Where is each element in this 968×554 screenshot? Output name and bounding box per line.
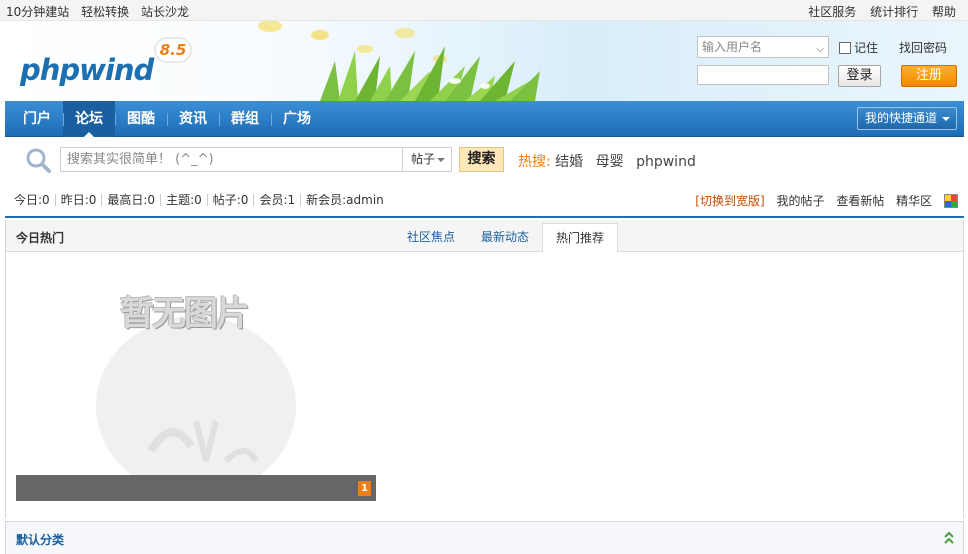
topbar-link-services[interactable]: 社区服务 [808,5,856,19]
stat-members: 会员:1 [253,194,300,206]
hot-today-panel: 今日热门 社区焦点 最新动态 热门推荐 暂无图片 1 [5,220,964,518]
hot-search: 热搜: 结婚 母婴 phpwind [518,151,704,171]
phpwind-logo[interactable]: phpwind [20,53,154,87]
topbar-link-salon[interactable]: 站长沙龙 [141,5,189,19]
hot-keyword-baby[interactable]: 母婴 [596,154,624,170]
panel-tabs: 社区焦点 最新动态 热门推荐 [394,223,619,253]
grass-banner-image [258,21,540,101]
quick-access-label: 我的快捷通道 [865,111,938,125]
nav-item-forum[interactable]: 论坛 [63,101,115,137]
dropdown-arrow-icon [942,117,950,121]
new-posts-link[interactable]: 查看新帖 [836,194,884,208]
no-image-placeholder[interactable]: 暂无图片 [16,256,376,504]
nav-item-square[interactable]: 广场 [271,101,323,137]
switch-wide-link[interactable]: [切换到宽版] [695,194,764,208]
search-bar: 搜索其实很简单！ (^_^) 帖子 搜索 热搜: 结婚 母婴 phpwind [5,138,964,180]
remember-label: 记住 [854,41,879,55]
stat-yesterday: 昨日:0 [54,194,102,206]
version-badge: 8.5 [154,37,192,63]
find-password-link[interactable]: 找回密码 [899,39,947,56]
stat-topics: 主题:0 [160,194,207,206]
forum-stats-bar: 今日:0 昨日:0 最高日:0 主题:0 帖子:0 会员:1 新会员:admin [切换到宽… [5,181,964,218]
topbar-link-rankings[interactable]: 统计排行 [870,5,918,19]
tab-hot-recommend[interactable]: 热门推荐 [542,223,619,253]
register-button[interactable]: 注册 [901,65,957,87]
stat-posts: 帖子:0 [206,194,254,206]
username-select[interactable]: 输入用户名 ⌵ [697,36,829,58]
top-utility-bar: 10分钟建站 轻松转换 站长沙龙 社区服务 统计排行 帮助 [0,0,968,21]
category-header: 默认分类 [5,521,964,554]
color-swatch-icon[interactable] [944,194,958,208]
panel-title: 今日热门 [16,231,65,245]
panel-header: 今日热门 社区焦点 最新动态 热门推荐 [6,220,963,253]
topbar-link-build-site[interactable]: 10分钟建站 [6,5,69,19]
topbar-link-help[interactable]: 帮助 [932,5,956,19]
placeholder-bird-icon [96,316,296,496]
checkbox-icon [839,42,851,54]
topbar-link-convert[interactable]: 轻松转换 [81,5,129,19]
chevron-down-icon: ⌵ [816,44,824,55]
category-title[interactable]: 默认分类 [16,531,64,548]
digest-link[interactable]: 精华区 [896,194,932,208]
site-header: phpwind 8.5 输入用户名 ⌵ 记住 找回密码 登录 注册 [0,21,968,101]
nav-item-news[interactable]: 资讯 [167,101,219,137]
magnifier-icon [26,148,51,173]
search-type-value: 帖子 [411,152,436,166]
search-button[interactable]: 搜索 [459,147,504,172]
nav-item-portal[interactable]: 门户 [11,101,63,137]
username-placeholder: 输入用户名 [702,40,763,54]
stat-new-member[interactable]: 新会员:admin [300,194,389,206]
search-type-select[interactable]: 帖子 [402,147,452,172]
hot-keyword-phpwind[interactable]: phpwind [636,154,696,170]
double-chevron-up-icon[interactable] [943,531,955,545]
slideshow-caption-bar: 1 [16,475,376,501]
no-image-text: 暂无图片 [120,294,250,334]
tab-latest-activity[interactable]: 最新动态 [468,223,542,252]
password-field[interactable] [697,65,829,85]
stat-max-day: 最高日:0 [101,194,160,206]
nav-item-gallery[interactable]: 图酷 [115,101,167,137]
dropdown-arrow-icon [437,158,445,162]
login-button[interactable]: 登录 [838,65,881,87]
hot-search-label: 热搜: [518,154,551,170]
stat-today: 今日:0 [14,193,50,207]
nav-item-groups[interactable]: 群组 [219,101,271,137]
search-input[interactable]: 搜索其实很简单！ (^_^) [60,147,403,172]
tab-community-focus[interactable]: 社区焦点 [394,223,468,252]
hot-keyword-marriage[interactable]: 结婚 [555,154,583,170]
slide-pager-1[interactable]: 1 [358,481,371,496]
quick-access-button[interactable]: 我的快捷通道 [857,107,957,130]
remember-checkbox[interactable]: 记住 [839,39,878,56]
main-nav: 门户 论坛 图酷 资讯 群组 广场 我的快捷通道 [5,101,964,137]
my-posts-link[interactable]: 我的帖子 [776,194,824,208]
